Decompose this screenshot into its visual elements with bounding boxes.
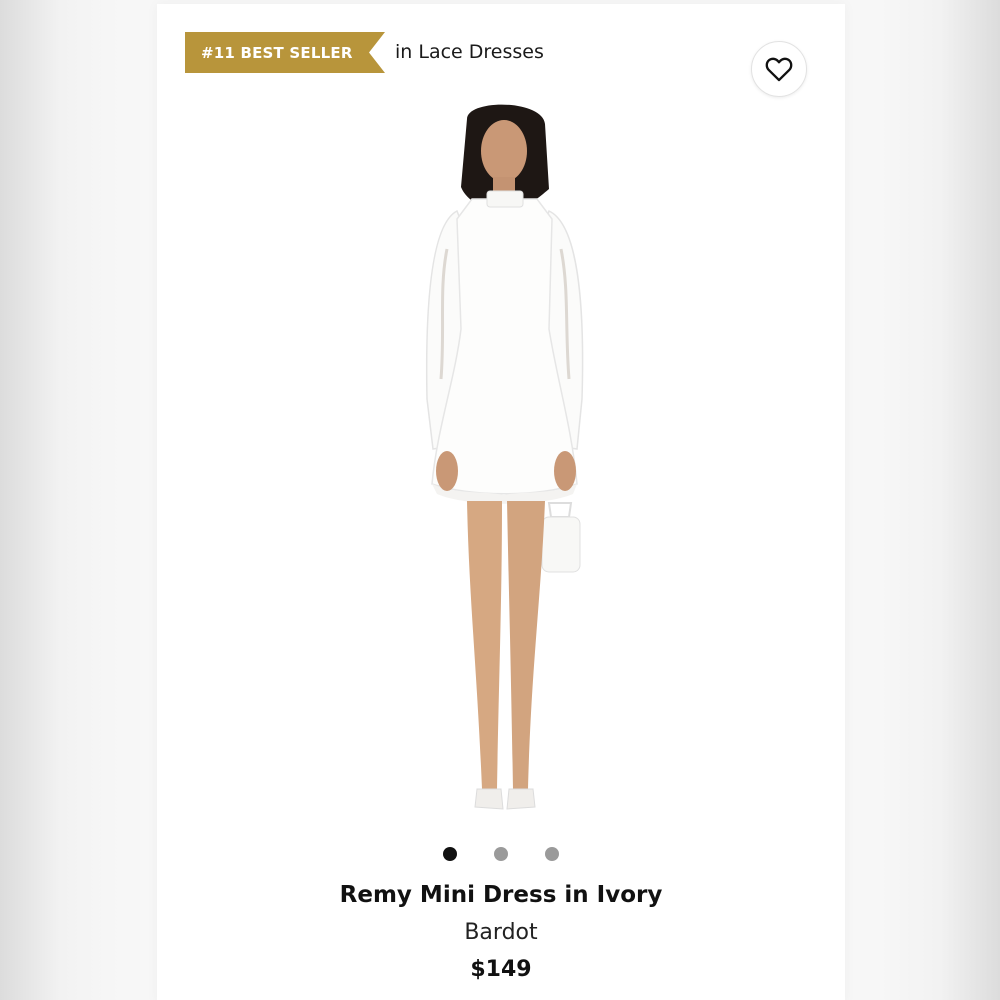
pagination-dot[interactable]	[545, 847, 559, 861]
heart-icon	[765, 57, 793, 82]
image-pagination	[157, 847, 845, 861]
pagination-dot[interactable]	[443, 847, 457, 861]
product-card: #11 BEST SELLER in Lace Dresses Remy Min…	[157, 4, 845, 1000]
wishlist-button[interactable]	[751, 41, 807, 97]
product-title[interactable]: Remy Mini Dress in Ivory	[157, 882, 845, 908]
product-photo[interactable]	[337, 99, 667, 829]
pagination-dot[interactable]	[494, 847, 508, 861]
best-seller-label: #11 BEST SELLER	[201, 43, 353, 62]
product-brand[interactable]: Bardot	[157, 920, 845, 945]
category-link[interactable]: in Lace Dresses	[395, 41, 544, 63]
product-price: $149	[470, 957, 532, 982]
best-seller-badge: #11 BEST SELLER	[185, 32, 385, 73]
